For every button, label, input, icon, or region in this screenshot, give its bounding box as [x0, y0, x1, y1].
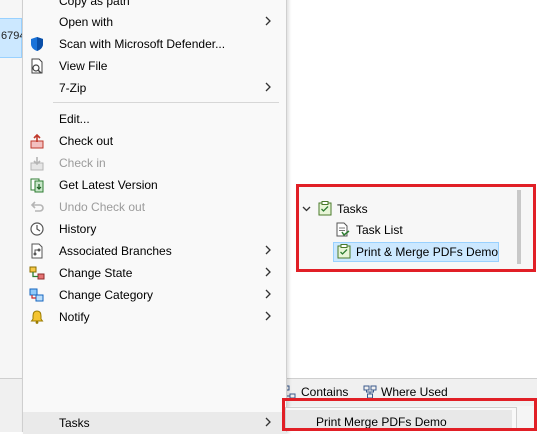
chevron-right-icon: [265, 417, 271, 427]
chevron-right-icon: [265, 267, 271, 277]
menu-item-label: Notify: [59, 310, 90, 324]
menu-item-label: Get Latest Version: [59, 178, 158, 192]
menu-item-notify[interactable]: Notify: [23, 306, 286, 328]
contains-tab-label: Contains: [301, 385, 349, 399]
menu-item-label: Edit...: [59, 112, 90, 126]
menu-item-associated-branches[interactable]: Associated Branches: [23, 240, 286, 262]
chevron-right-icon: [265, 16, 271, 26]
bell-icon: [30, 310, 44, 324]
menu-item-change-state[interactable]: Change State: [23, 262, 286, 284]
change-category-icon: [29, 288, 44, 302]
history-icon: [30, 222, 44, 236]
menu-item-label: Change State: [59, 266, 133, 280]
where-used-icon: [363, 385, 377, 399]
menu-item-label: Check in: [59, 156, 106, 170]
left-file-list-panel: [0, 0, 23, 431]
menu-item-7zip[interactable]: 7-Zip: [23, 77, 286, 99]
menu-item-label: History: [59, 222, 97, 236]
menu-item-label: Check out: [59, 134, 114, 148]
get-latest-icon: [30, 178, 44, 193]
menu-item-check-in[interactable]: Check in: [23, 152, 286, 174]
menu-item-label: View File: [59, 59, 108, 73]
change-state-icon: [29, 266, 45, 280]
defender-shield-icon: [31, 37, 43, 51]
menu-item-view-file[interactable]: View File: [23, 55, 286, 77]
menu-item-label: Undo Check out: [59, 200, 146, 214]
menu-item-scan-defender[interactable]: Scan with Microsoft Defender...: [23, 33, 286, 55]
undo-icon: [30, 201, 44, 212]
menu-item-label: Open with: [59, 15, 114, 29]
menu-item-label: Scan with Microsoft Defender...: [59, 37, 226, 51]
menu-item-undo-check-out[interactable]: Undo Check out: [23, 196, 286, 218]
context-menu: Copy as path Open with Scan with Microso…: [22, 0, 287, 434]
menu-item-label: Associated Branches: [59, 244, 172, 258]
branches-icon: [31, 243, 43, 259]
menu-item-check-out[interactable]: Check out: [23, 130, 286, 152]
chevron-right-icon: [265, 82, 271, 92]
menu-item-label: Copy as path: [59, 0, 130, 8]
chevron-right-icon: [265, 289, 271, 299]
menu-item-get-latest-version[interactable]: Get Latest Version: [23, 174, 286, 196]
menu-item-history[interactable]: History: [23, 218, 286, 240]
chevron-right-icon: [265, 245, 271, 255]
menu-item-open-with[interactable]: Open with: [23, 11, 286, 33]
menu-item-change-category[interactable]: Change Category: [23, 284, 286, 306]
menu-separator: [53, 102, 279, 103]
menu-item-label: Tasks: [59, 416, 90, 430]
menu-item-label: Change Category: [59, 288, 154, 302]
menu-item-edit[interactable]: Edit...: [23, 108, 286, 130]
menu-item-label: 7-Zip: [59, 81, 87, 95]
highlight-box-tree: [296, 184, 536, 272]
view-file-icon: [31, 58, 43, 74]
where-used-tab-label: Where Used: [381, 385, 448, 399]
chevron-right-icon: [265, 311, 271, 321]
left-lower-panel: [0, 378, 22, 432]
check-in-icon: [30, 157, 44, 171]
check-out-icon: [30, 133, 44, 149]
highlight-box-submenu: [282, 398, 537, 431]
